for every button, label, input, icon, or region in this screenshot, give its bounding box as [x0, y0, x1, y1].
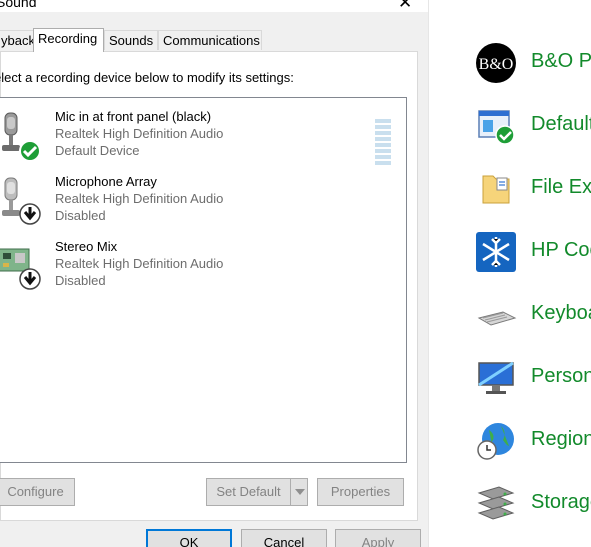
cp-label: File Exp: [531, 176, 591, 198]
microphone-icon: [0, 109, 43, 162]
ok-button[interactable]: OK: [146, 529, 232, 547]
folder-options-icon: [475, 168, 517, 210]
tab-playback[interactable]: yback: [0, 30, 35, 50]
chevron-down-icon: [295, 489, 305, 495]
instruction-text: elect a recording device below to modify…: [0, 70, 294, 85]
tab-sounds[interactable]: Sounds: [104, 30, 158, 50]
storage-drives-icon: [475, 483, 517, 525]
bang-olufsen-icon: B&O: [475, 42, 517, 84]
tab-communications[interactable]: Communications: [158, 30, 262, 50]
cp-label: Persona: [531, 365, 591, 387]
device-name: Stereo Mix: [55, 239, 118, 254]
microphone-icon: [0, 174, 43, 225]
configure-button[interactable]: Configure: [0, 478, 75, 506]
keyboard-icon: [475, 294, 517, 336]
device-driver: Realtek High Definition Audio: [55, 191, 224, 206]
device-stereo-mix[interactable]: Stereo Mix Realtek High Definition Audio…: [0, 239, 399, 301]
title-bar: Sound ✕: [0, 0, 428, 12]
cp-label: Default: [531, 113, 591, 135]
device-driver: Realtek High Definition Audio: [55, 256, 224, 271]
device-microphone-array[interactable]: Microphone Array Realtek High Definition…: [0, 174, 399, 236]
device-name: Mic in at front panel (black): [55, 109, 212, 124]
close-icon[interactable]: ✕: [398, 0, 412, 13]
device-status: Disabled: [55, 208, 106, 223]
dialog-title: Sound: [0, 0, 37, 10]
cp-label: Keyboa: [531, 302, 591, 324]
apply-button[interactable]: Apply: [335, 529, 421, 547]
cancel-button[interactable]: Cancel: [241, 529, 327, 547]
snowflake-icon: [475, 231, 517, 273]
device-status: Default Device: [55, 143, 140, 158]
cp-label: HP Coo: [531, 239, 591, 261]
cp-label: Storage: [531, 491, 591, 513]
default-programs-icon: [475, 105, 517, 147]
monitor-icon: [475, 357, 517, 399]
level-meter: [375, 119, 391, 167]
globe-clock-icon: [475, 420, 517, 462]
properties-button[interactable]: Properties: [317, 478, 404, 506]
device-driver: Realtek High Definition Audio: [55, 126, 224, 141]
recording-device-list[interactable]: Mic in at front panel (black) Realtek Hi…: [0, 97, 407, 463]
set-default-button[interactable]: Set Default: [206, 478, 291, 506]
circuit-board-icon: [0, 239, 43, 290]
svg-text:B&O: B&O: [479, 56, 514, 73]
set-default-dropdown[interactable]: [290, 478, 308, 506]
tab-recording[interactable]: Recording: [33, 28, 104, 52]
cp-label: B&O P: [531, 50, 591, 72]
control-panel-list: B&O B&O P Default File Exp: [428, 0, 591, 547]
device-mic-front-panel[interactable]: Mic in at front panel (black) Realtek Hi…: [0, 109, 399, 171]
cp-label: Region: [531, 428, 591, 450]
device-name: Microphone Array: [55, 174, 157, 189]
device-status: Disabled: [55, 273, 106, 288]
sound-dialog: Sound ✕ yback Recording Sounds Communica…: [0, 0, 428, 547]
